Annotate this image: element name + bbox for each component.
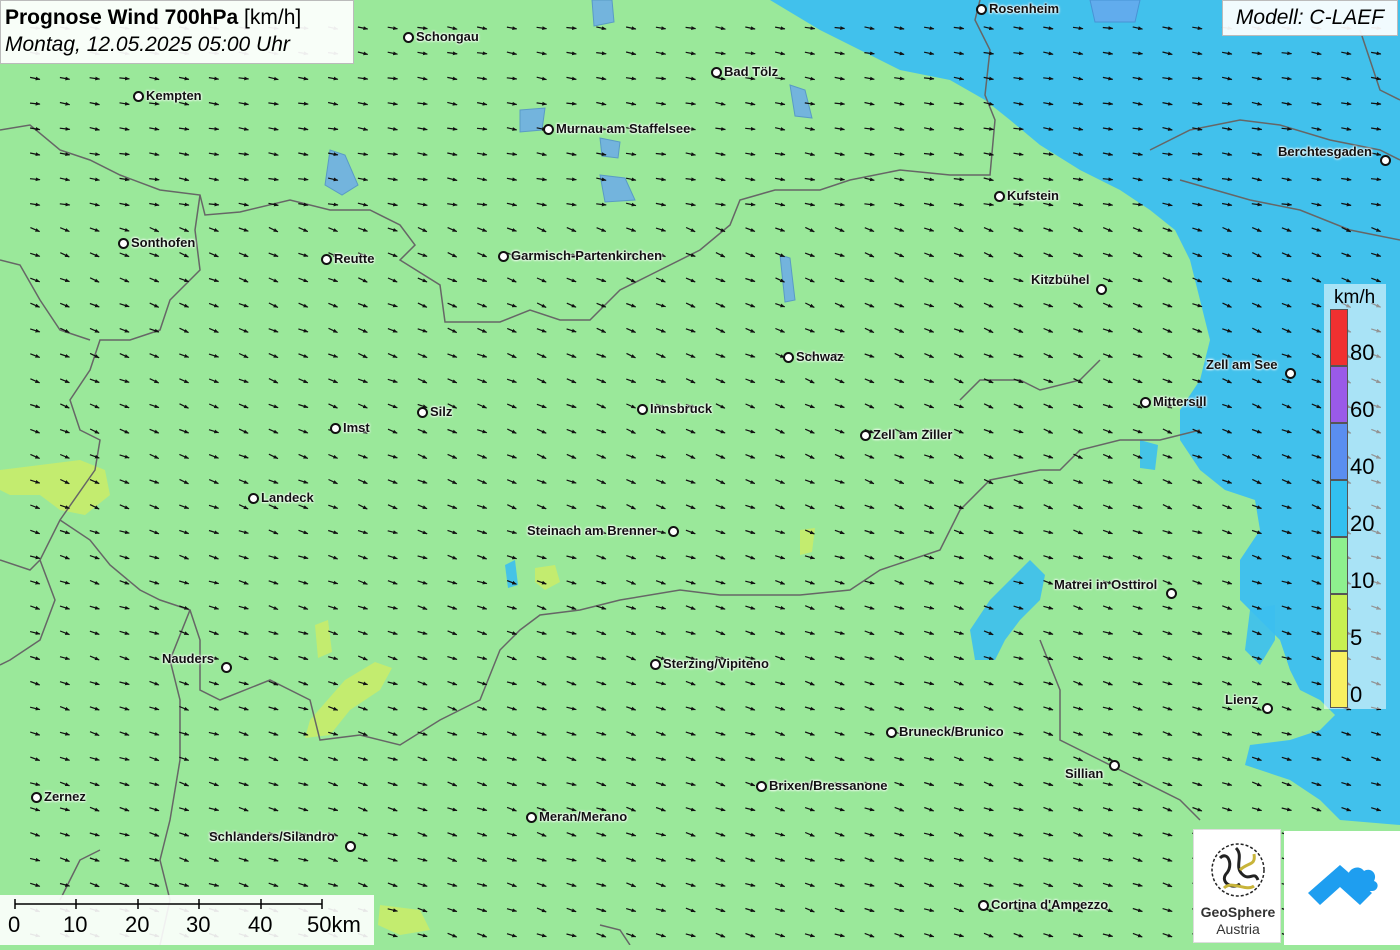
city-marker[interactable]	[650, 659, 661, 670]
city-label: Steinach am Brenner	[527, 523, 658, 538]
city-marker[interactable]	[133, 91, 144, 102]
city-label: Rosenheim	[989, 1, 1060, 16]
app-logo[interactable]	[1284, 831, 1400, 945]
city-label: Kempten	[146, 88, 202, 103]
city-label: Innsbruck	[650, 401, 713, 416]
city-marker[interactable]	[330, 423, 341, 434]
city-label: Bruneck/Brunico	[899, 724, 1004, 739]
city-marker[interactable]	[978, 900, 989, 911]
city-marker[interactable]	[321, 254, 332, 265]
city-label: Sterzing/Vipiteno	[663, 656, 769, 671]
city-label: Meran/Merano	[539, 809, 628, 824]
city-label: Kufstein	[1007, 188, 1059, 203]
legend-label: 80	[1350, 340, 1375, 365]
legend-swatch	[1330, 309, 1348, 366]
city-label: Garmisch-Partenkirchen	[511, 248, 663, 263]
legend-swatch	[1330, 480, 1348, 537]
city-marker[interactable]	[976, 4, 987, 15]
city-label: Imst	[343, 420, 370, 435]
city-label: Bad Tölz	[724, 64, 779, 79]
city-marker[interactable]	[1166, 588, 1177, 599]
legend-label: 0	[1350, 682, 1363, 707]
city-label: Landeck	[261, 490, 314, 505]
city-marker[interactable]	[543, 124, 554, 135]
legend-swatch	[1330, 651, 1348, 708]
scale-label-0: 0	[8, 912, 21, 937]
city-label: Kitzbühel	[1031, 272, 1090, 287]
title-line: Prognose Wind 700hPa [km/h]	[5, 4, 349, 31]
wind-map[interactable]	[0, 0, 1400, 945]
legend-label: 60	[1350, 397, 1375, 422]
city-label: Matrei in Osttirol	[1054, 577, 1158, 592]
city-label: Reutte	[334, 251, 375, 266]
city-label: Berchtesgaden	[1278, 144, 1372, 159]
city-label: Schongau	[416, 29, 479, 44]
legend-label: 5	[1350, 625, 1363, 650]
scale-label-50km: 50km	[307, 912, 361, 937]
legend-unit: km/h	[1334, 287, 1376, 308]
scale-label-20: 20	[125, 912, 150, 937]
city-marker[interactable]	[886, 727, 897, 738]
city-label: Zell am See	[1206, 357, 1278, 372]
city-label: Sillian	[1065, 766, 1104, 781]
city-marker[interactable]	[403, 32, 414, 43]
legend-label: 20	[1350, 511, 1375, 536]
city-label: Silz	[430, 404, 453, 419]
legend-swatch	[1330, 537, 1348, 594]
city-marker[interactable]	[221, 662, 232, 673]
city-marker[interactable]	[1096, 284, 1107, 295]
city-marker[interactable]	[526, 812, 537, 823]
title-unit: [km/h]	[244, 6, 302, 29]
city-marker[interactable]	[1380, 155, 1391, 166]
city-marker[interactable]	[31, 792, 42, 803]
city-marker[interactable]	[860, 430, 871, 441]
city-label: Murnau am Staffelsee	[556, 121, 691, 136]
city-marker[interactable]	[248, 493, 259, 504]
scale-label-10: 10	[63, 912, 88, 937]
geosphere-logo-line1: GeoSphere	[1200, 904, 1276, 920]
city-marker[interactable]	[637, 404, 648, 415]
legend-swatch	[1330, 594, 1348, 651]
city-marker[interactable]	[994, 191, 1005, 202]
city-label: Zell am Ziller	[873, 427, 953, 442]
legend-swatch	[1330, 423, 1348, 480]
scale-label-40: 40	[248, 912, 273, 937]
city-marker[interactable]	[756, 781, 767, 792]
city-label: Nauders	[162, 651, 215, 666]
title-main: Prognose Wind 700hPa	[5, 6, 239, 29]
city-label: Mittersill	[1153, 394, 1207, 409]
city-marker[interactable]	[1109, 760, 1120, 771]
city-marker[interactable]	[711, 67, 722, 78]
title-box: Prognose Wind 700hPa [km/h] Montag, 12.0…	[0, 0, 354, 64]
city-marker[interactable]	[1285, 368, 1296, 379]
legend-label: 40	[1350, 454, 1375, 479]
city-label: Brixen/Bressanone	[769, 778, 888, 793]
city-marker[interactable]	[668, 526, 679, 537]
city-marker[interactable]	[1140, 397, 1151, 408]
forecast-datetime: Montag, 12.05.2025 05:00 Uhr	[5, 33, 290, 56]
city-marker[interactable]	[783, 352, 794, 363]
geosphere-logo-line2: Austria	[1216, 921, 1260, 937]
legend-swatch	[1330, 366, 1348, 423]
city-marker[interactable]	[345, 841, 356, 852]
city-label: Zernez	[44, 789, 86, 804]
city-label: Sonthofen	[131, 235, 196, 250]
city-label: Cortina d'Ampezzo	[991, 897, 1109, 912]
city-label: Schlanders/Silandro	[209, 829, 335, 844]
legend-label: 10	[1350, 568, 1375, 593]
city-label: Schwaz	[796, 349, 844, 364]
geosphere-austria-logo[interactable]: GeoSphere Austria	[1193, 829, 1281, 943]
scale-label-30: 30	[186, 912, 211, 937]
model-label: Modell: C-LAEF	[1222, 0, 1398, 36]
geosphere-logo-icon	[1211, 843, 1265, 897]
city-marker[interactable]	[1262, 703, 1273, 714]
city-marker[interactable]	[118, 238, 129, 249]
wind-zone-strong-3	[1140, 440, 1158, 470]
city-marker[interactable]	[417, 407, 428, 418]
city-label: Lienz	[1225, 692, 1259, 707]
city-marker[interactable]	[498, 251, 509, 262]
house-cloud-icon	[1308, 865, 1378, 905]
